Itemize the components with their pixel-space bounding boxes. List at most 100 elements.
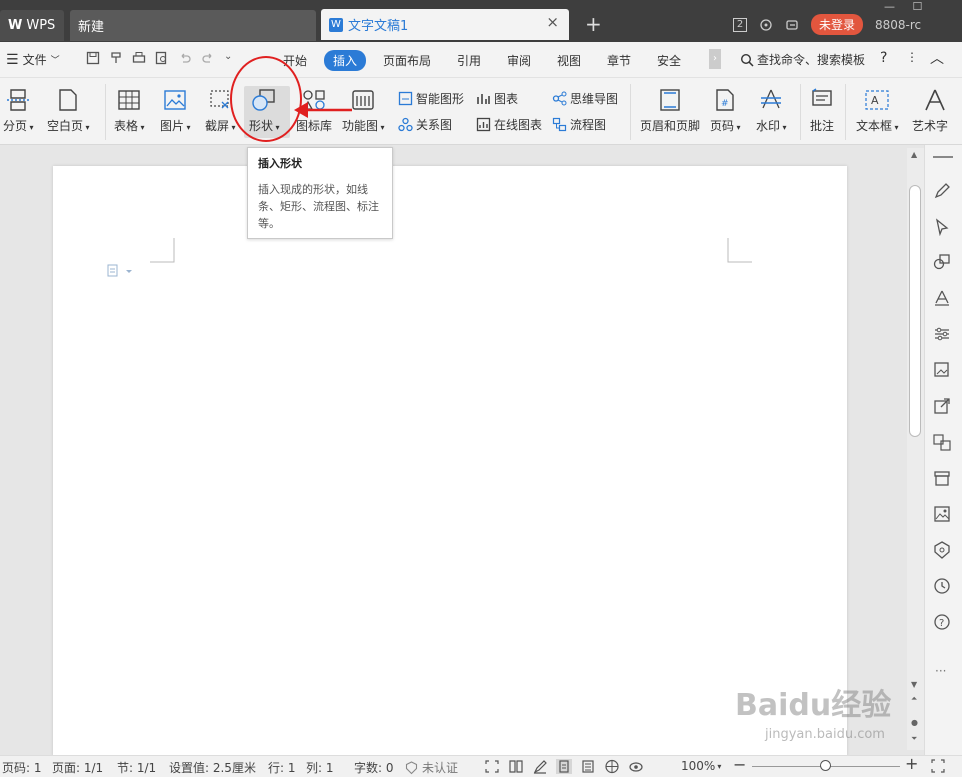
page-break-button[interactable]: 分页 ▾ <box>3 88 34 134</box>
adjust-icon[interactable] <box>933 325 951 343</box>
zoom-out-icon[interactable]: − <box>733 755 746 774</box>
save-icon[interactable] <box>86 51 100 65</box>
panel-menu-icon[interactable] <box>933 156 953 158</box>
minimize-icon[interactable]: — <box>884 0 895 13</box>
undo-icon[interactable] <box>178 51 192 65</box>
page-view-icon[interactable] <box>556 759 572 774</box>
smart-graphic-button[interactable]: 智能图形 <box>398 90 464 107</box>
file-menu[interactable]: ☰ 文件 ﹀ <box>6 51 60 68</box>
cloud-icon[interactable] <box>785 18 799 32</box>
format-painter-icon[interactable] <box>109 51 123 65</box>
gallery-icon[interactable] <box>933 361 951 379</box>
zoom-in-icon[interactable]: + <box>905 754 918 773</box>
auth-status[interactable]: 未认证 <box>405 759 458 776</box>
tab-security[interactable]: 安全 <box>657 52 681 69</box>
command-search[interactable]: 查找命令、搜索模板 <box>740 51 865 68</box>
new-tab[interactable]: 新建 <box>70 10 316 41</box>
text-style-icon[interactable] <box>933 289 951 307</box>
add-tab-button[interactable]: + <box>585 12 602 36</box>
wps-logo-icon: W <box>8 18 23 33</box>
status-bar: 页码: 1 页面: 1/1 节: 1/1 设置值: 2.5厘米 行: 1 列: … <box>0 754 962 777</box>
status-col[interactable]: 列: 1 <box>306 759 334 776</box>
scroll-down-icon[interactable]: ▼ <box>911 680 917 689</box>
title-bar: W WPS 新建 W 文字文稿1 × + 2 未登录 8808-rc — ☐ <box>0 0 962 42</box>
flowchart-button[interactable]: 流程图 <box>552 116 606 133</box>
help-circle-icon[interactable]: ? <box>933 613 951 631</box>
help-icon[interactable]: ? <box>880 50 887 66</box>
prev-page-icon[interactable]: ⏶ <box>911 694 917 704</box>
tab-page-layout[interactable]: 页面布局 <box>383 52 431 69</box>
status-word-count[interactable]: 字数: 0 <box>354 759 394 776</box>
tab-section[interactable]: 章节 <box>607 52 631 69</box>
collapse-ribbon-icon[interactable]: ︿ <box>930 48 944 68</box>
status-row[interactable]: 行: 1 <box>268 759 296 776</box>
tab-view[interactable]: 视图 <box>557 52 581 69</box>
redo-icon[interactable] <box>201 51 215 65</box>
status-pages[interactable]: 页面: 1/1 <box>52 759 103 776</box>
pen-icon[interactable] <box>933 182 951 200</box>
history-icon[interactable] <box>933 577 951 595</box>
text-box-button[interactable]: A 文本框 ▾ <box>856 88 899 134</box>
table-button[interactable]: 表格 ▾ <box>114 88 145 134</box>
scrollbar-thumb[interactable] <box>909 185 921 437</box>
close-tab-icon[interactable]: × <box>546 13 559 31</box>
new-tab-label: 新建 <box>78 20 105 35</box>
relation-map-button[interactable]: 关系图 <box>398 116 452 133</box>
chart-button[interactable]: 图表 <box>476 90 518 107</box>
more-options-icon[interactable]: ⋮ <box>906 50 918 64</box>
web-view-icon[interactable] <box>604 759 620 774</box>
zoom-slider-handle[interactable] <box>820 760 831 771</box>
page-number-button[interactable]: # 页码 ▾ <box>710 88 741 134</box>
watermark-button[interactable]: 水印 ▾ <box>756 88 787 134</box>
paragraph-handle-icon[interactable] <box>107 264 133 278</box>
more-icon[interactable]: ··· <box>935 664 946 678</box>
image-icon[interactable] <box>933 505 951 523</box>
red-arrow-icon <box>294 102 352 118</box>
wps-home-tab[interactable]: W WPS <box>0 10 64 41</box>
read-mode-icon[interactable] <box>508 759 524 774</box>
word-art-button[interactable]: 艺术字 <box>912 88 962 134</box>
fullscreen-icon[interactable] <box>484 759 500 774</box>
shape-tooltip: 插入形状 插入现成的形状，如线条、矩形、流程图、标注等。 <box>247 147 393 239</box>
blank-page-button[interactable]: 空白页 ▾ <box>47 88 90 134</box>
zoom-level[interactable]: 100% ▾ <box>681 759 721 773</box>
shapes-icon[interactable] <box>933 253 951 271</box>
archive-icon[interactable] <box>933 469 951 487</box>
outline-view-icon[interactable] <box>580 759 596 774</box>
tab-references[interactable]: 引用 <box>457 52 481 69</box>
blank-page-label: 空白页 ▾ <box>47 119 90 133</box>
fit-window-icon[interactable] <box>931 759 945 773</box>
tab-insert[interactable]: 插入 <box>324 50 367 71</box>
eye-protect-icon[interactable] <box>628 759 644 774</box>
select-browse-icon[interactable]: ● <box>911 718 918 727</box>
print-icon[interactable] <box>132 51 146 65</box>
next-page-icon[interactable]: ⏷ <box>911 734 917 744</box>
status-section[interactable]: 节: 1/1 <box>117 759 156 776</box>
status-page-num[interactable]: 页码: 1 <box>2 759 42 776</box>
scroll-up-icon[interactable]: ▲ <box>911 150 917 159</box>
screenshot-icon <box>210 90 229 109</box>
tabs-scroll-right-icon[interactable]: › <box>709 49 721 69</box>
login-button[interactable]: 未登录 <box>811 14 864 35</box>
status-setting[interactable]: 设置值: 2.5厘米 <box>169 759 256 776</box>
header-footer-button[interactable]: 页眉和页脚 <box>640 88 700 134</box>
translate-icon[interactable] <box>933 433 951 451</box>
maximize-icon[interactable]: ☐ <box>913 0 923 13</box>
write-mode-icon[interactable] <box>532 759 548 774</box>
tab-review[interactable]: 审阅 <box>507 52 531 69</box>
comment-button[interactable]: 批注 <box>810 88 834 134</box>
window-count-badge[interactable]: 2 <box>733 17 747 32</box>
share-icon[interactable] <box>933 397 951 415</box>
document-tab[interactable]: W 文字文稿1 × <box>321 9 569 40</box>
writer-doc-icon: W <box>329 17 343 32</box>
picture-button[interactable]: 图片 ▾ <box>160 88 191 134</box>
mind-map-button[interactable]: 思维导图 <box>552 90 618 107</box>
print-preview-icon[interactable] <box>155 51 169 65</box>
quick-access-more-icon[interactable]: ⌄ <box>224 51 232 65</box>
page-break-icon <box>7 89 30 111</box>
skin-icon[interactable] <box>759 18 773 32</box>
online-chart-button[interactable]: 在线图表 <box>476 116 542 133</box>
shield-icon[interactable] <box>933 541 951 559</box>
cursor-icon[interactable] <box>933 218 951 236</box>
document-page[interactable] <box>53 166 847 756</box>
